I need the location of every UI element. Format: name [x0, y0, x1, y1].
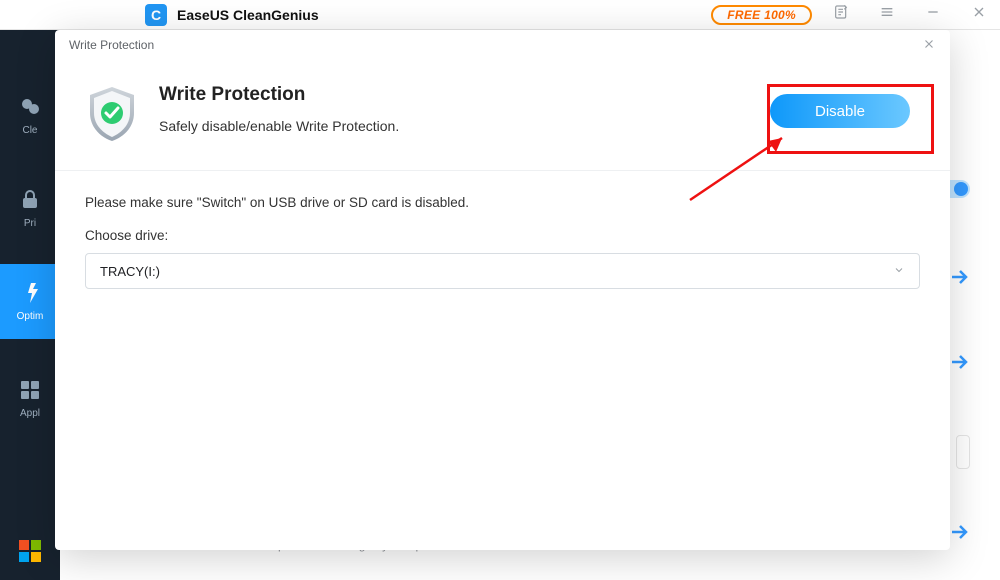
chevron-down-icon: [893, 264, 905, 279]
sidebar-item-clean[interactable]: Cle: [0, 78, 60, 153]
shield-icon: [85, 84, 139, 144]
application-icon: [18, 378, 42, 402]
sidebar-item-label: Optim: [17, 311, 44, 322]
titlebar-icon-group: [832, 4, 988, 25]
sidebar: Cle Pri Optim Appl: [0, 30, 60, 580]
menu-icon[interactable]: [878, 4, 896, 25]
app-logo-icon: C: [145, 4, 167, 26]
app-title: EaseUS CleanGenius: [177, 7, 319, 23]
close-icon[interactable]: [970, 4, 988, 25]
clean-icon: [18, 95, 42, 119]
modal-titlebar: Write Protection: [55, 30, 950, 60]
titlebar: C EaseUS CleanGenius FREE 100%: [0, 0, 1000, 30]
modal-heading: Write Protection: [159, 84, 399, 106]
modal-close-icon[interactable]: [922, 35, 936, 56]
drive-select[interactable]: TRACY(I:): [85, 253, 920, 289]
windows-logo-icon[interactable]: [19, 540, 41, 562]
write-protection-modal: Write Protection: [55, 30, 950, 550]
arrow-right-icon[interactable]: [950, 265, 970, 291]
sidebar-item-optimization[interactable]: Optim: [0, 264, 60, 339]
app-logo-letter: C: [151, 7, 161, 23]
sidebar-item-label: Pri: [24, 218, 36, 229]
free-badge[interactable]: FREE 100%: [711, 5, 812, 25]
modal-body: Please make sure "Switch" on USB drive o…: [55, 171, 950, 313]
sidebar-item-application[interactable]: Appl: [0, 361, 60, 436]
drive-selected-value: TRACY(I:): [100, 264, 160, 279]
sidebar-item-label: Cle: [22, 125, 37, 136]
arrow-right-icon[interactable]: [950, 350, 970, 376]
modal-header: Write Protection Safely disable/enable W…: [55, 60, 950, 171]
privacy-icon: [18, 188, 42, 212]
switch-hint: Please make sure "Switch" on USB drive o…: [85, 195, 920, 210]
disable-button[interactable]: Disable: [770, 94, 910, 128]
disable-button-label: Disable: [815, 103, 865, 120]
choose-drive-label: Choose drive:: [85, 228, 920, 243]
sidebar-item-label: Appl: [20, 408, 40, 419]
app-window: C EaseUS CleanGenius FREE 100% Cle: [0, 0, 1000, 580]
arrow-right-icon[interactable]: [950, 520, 970, 546]
note-icon[interactable]: [832, 4, 850, 25]
modal-subheading: Safely disable/enable Write Protection.: [159, 118, 399, 134]
sidebar-item-privacy[interactable]: Pri: [0, 171, 60, 246]
card-fragment: [956, 435, 970, 469]
modal-title: Write Protection: [69, 38, 154, 52]
minimize-icon[interactable]: [924, 4, 942, 25]
optimization-icon: [18, 281, 42, 305]
modal-header-text: Write Protection Safely disable/enable W…: [159, 84, 399, 134]
